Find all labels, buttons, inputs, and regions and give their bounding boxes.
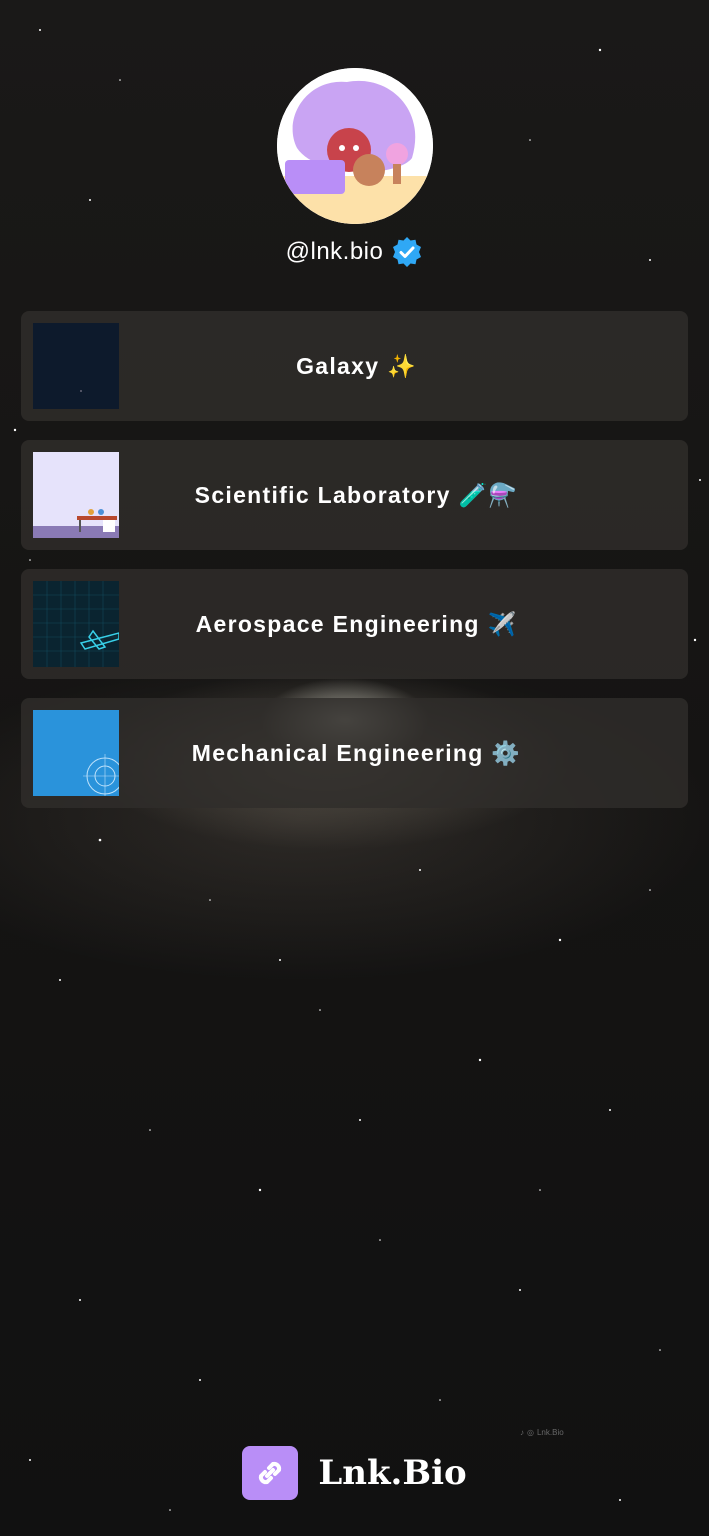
footer-brand[interactable]: Lnk.Bio	[0, 1446, 709, 1500]
link-galaxy[interactable]: Galaxy ✨	[21, 311, 688, 421]
link-chain-icon	[242, 1446, 299, 1500]
instagram-icon: ◎	[527, 1428, 534, 1437]
galaxy-thumbnail	[33, 323, 119, 409]
link-aerospace-engineering[interactable]: Aerospace Engineering ✈️	[21, 569, 688, 679]
aerospace-thumbnail	[33, 581, 119, 667]
link-label: Scientific Laboratory 🧪⚗️	[194, 481, 519, 508]
watermark: ♪ ◎ Lnk.Bio	[520, 1428, 564, 1437]
cartoon-avatar-illustration	[276, 68, 433, 224]
tiktok-icon: ♪	[520, 1428, 524, 1437]
link-mechanical-engineering[interactable]: Mechanical Engineering ⚙️	[21, 698, 688, 808]
profile-handle: @lnk.bio	[285, 238, 384, 265]
avatar[interactable]	[276, 68, 433, 224]
footer-brand-text: Lnk.Bio	[318, 1453, 467, 1493]
verified-badge-icon	[393, 237, 422, 267]
profile-header: @lnk.bio	[0, 68, 709, 268]
link-label: Aerospace Engineering ✈️	[195, 610, 518, 637]
mechanical-thumbnail	[33, 710, 119, 796]
laboratory-thumbnail	[33, 452, 119, 538]
link-label: Mechanical Engineering ⚙️	[191, 739, 522, 766]
link-label: Galaxy ✨	[296, 352, 417, 379]
link-scientific-laboratory[interactable]: Scientific Laboratory 🧪⚗️	[21, 440, 688, 550]
link-list: Galaxy ✨ Scientific Laboratory 🧪⚗️ Aeros…	[21, 311, 688, 827]
watermark-text: Lnk.Bio	[536, 1428, 564, 1437]
